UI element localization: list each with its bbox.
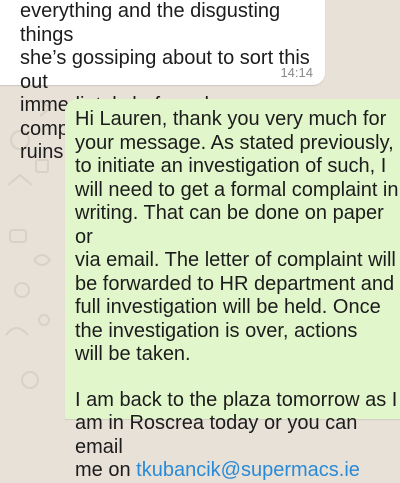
email-link[interactable]: tkubancik@supermacs.ie bbox=[136, 459, 360, 481]
outgoing-message-bubble[interactable]: Hi Lauren, thank you very much for your … bbox=[65, 99, 400, 481]
message-timestamp: 14:14 bbox=[280, 65, 313, 80]
incoming-message-bubble[interactable]: everything and the disgusting things she… bbox=[0, 0, 325, 163]
outgoing-message-paragraph-1: Hi Lauren, thank you very much for your … bbox=[75, 108, 399, 365]
outgoing-message-paragraph-2: I am back to the plaza tomorrow as I am … bbox=[75, 389, 400, 483]
